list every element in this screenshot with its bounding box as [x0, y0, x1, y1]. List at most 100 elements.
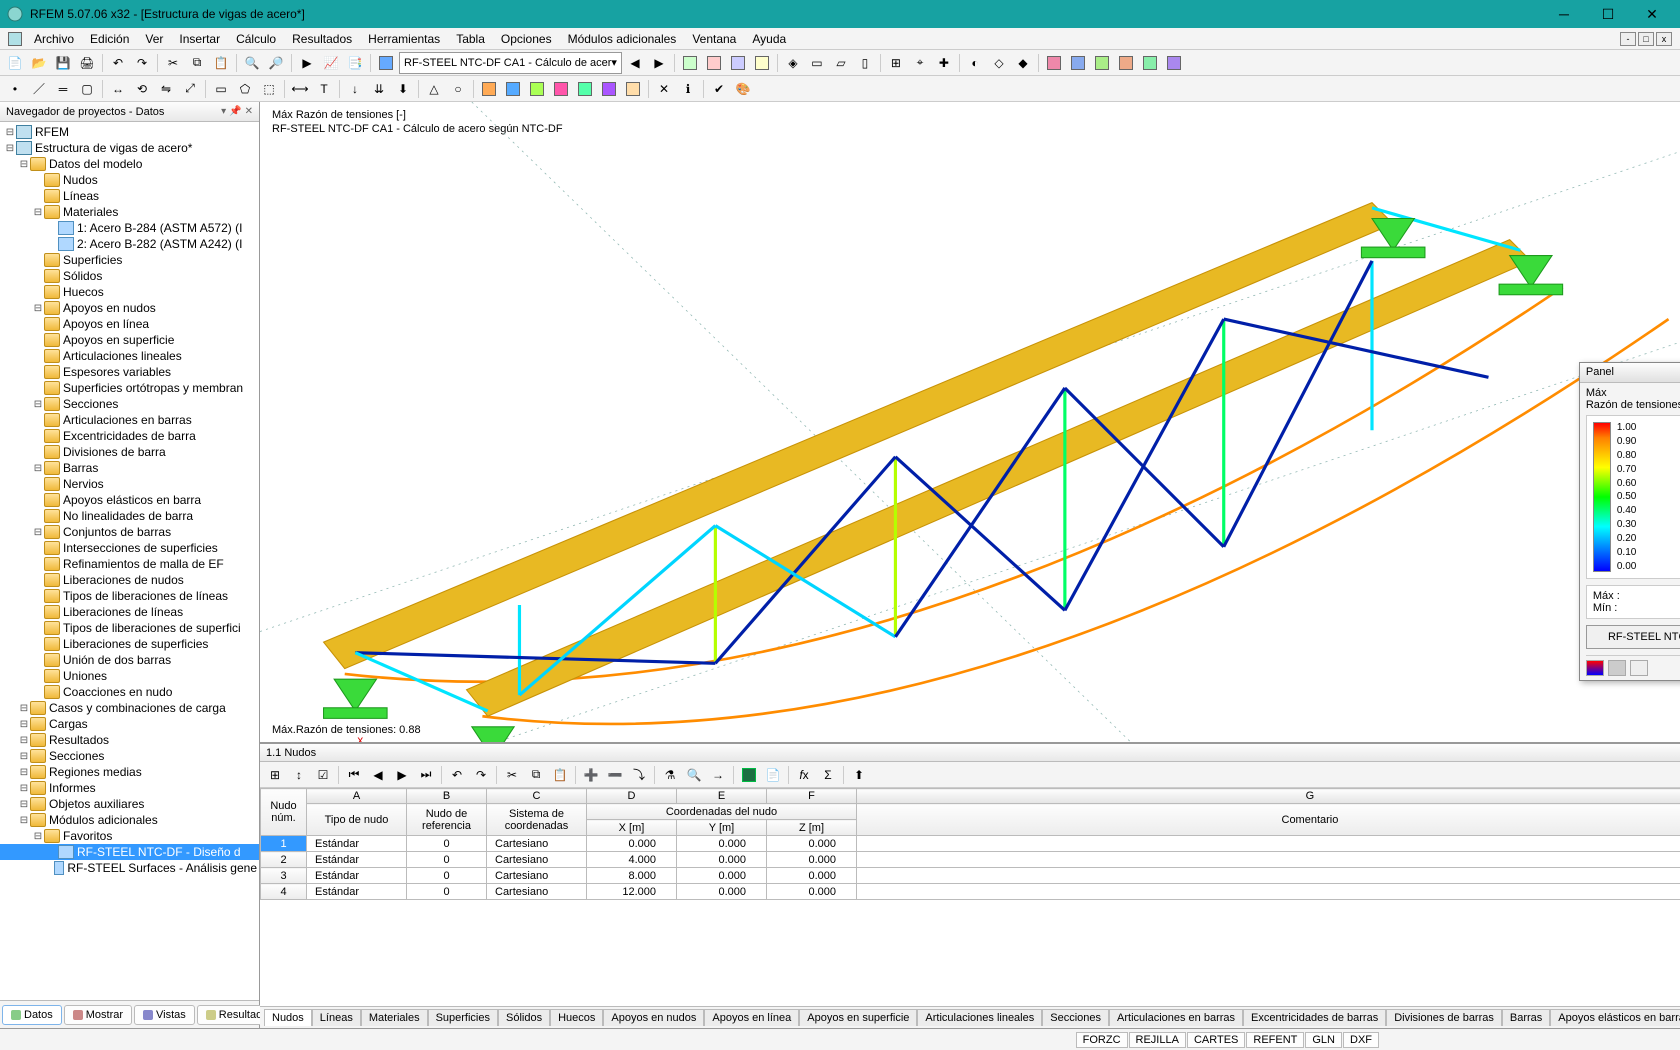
tb2-m7-icon[interactable] — [622, 78, 644, 100]
table-tab[interactable]: Articulaciones en barras — [1109, 1009, 1243, 1026]
tb-save-icon[interactable]: 💾 — [52, 52, 74, 74]
tb-find-icon[interactable]: 🔍 — [241, 52, 263, 74]
tb2-scale-icon[interactable]: ⤢ — [179, 78, 201, 100]
panel-tab2-icon[interactable] — [1608, 660, 1626, 676]
table-tab[interactable]: Secciones — [1042, 1009, 1109, 1026]
tb2-m4-icon[interactable] — [550, 78, 572, 100]
tb-misc3-icon[interactable] — [1091, 52, 1113, 74]
tree-item[interactable]: Uniones — [0, 668, 259, 684]
tree-item[interactable]: Nervios — [0, 476, 259, 492]
tb-prev-icon[interactable]: ◀ — [624, 52, 646, 74]
tree-item[interactable]: Apoyos elásticos en barra — [0, 492, 259, 508]
tree-item[interactable]: Apoyos en superficie — [0, 332, 259, 348]
tb2-text-icon[interactable]: T — [313, 78, 335, 100]
tt-export-icon[interactable]: ⬆ — [848, 764, 870, 786]
tree-item[interactable]: Líneas — [0, 188, 259, 204]
tree-item[interactable]: ⊟Resultados — [0, 732, 259, 748]
panel-tab1-icon[interactable] — [1586, 660, 1604, 676]
status-dxf[interactable]: DXF — [1343, 1032, 1379, 1048]
tb2-load3-icon[interactable]: ⬇ — [392, 78, 414, 100]
tree-item[interactable]: ⊟Cargas — [0, 716, 259, 732]
tree-item[interactable]: Superficies — [0, 252, 259, 268]
tb-new-icon[interactable]: 📄 — [4, 52, 26, 74]
tt-sort-icon[interactable]: ↕ — [288, 764, 310, 786]
navigator-dropdown-icon[interactable]: ▾ — [221, 106, 226, 117]
tree-item[interactable]: Liberaciones de líneas — [0, 604, 259, 620]
menu-resultados[interactable]: Resultados — [284, 30, 360, 48]
table-tab[interactable]: Barras — [1502, 1009, 1550, 1026]
menu-ayuda[interactable]: Ayuda — [744, 30, 794, 48]
tb-iso-icon[interactable]: ◈ — [782, 52, 804, 74]
tree-item[interactable]: ⊟Conjuntos de barras — [0, 524, 259, 540]
tb2-check-icon[interactable]: ✔ — [708, 78, 730, 100]
table-tab[interactable]: Líneas — [312, 1009, 361, 1026]
table-tab[interactable]: Materiales — [361, 1009, 428, 1026]
navigator-pin-icon[interactable]: 📌 — [229, 106, 241, 117]
tree-item[interactable]: Tipos de liberaciones de líneas — [0, 588, 259, 604]
tree-item[interactable]: Articulaciones en barras — [0, 412, 259, 428]
status-refent[interactable]: REFENT — [1246, 1032, 1304, 1048]
tree-item[interactable]: Articulaciones lineales — [0, 348, 259, 364]
tb2-m5-icon[interactable] — [574, 78, 596, 100]
tb-misc1-icon[interactable] — [1043, 52, 1065, 74]
tb-top-icon[interactable]: ▱ — [830, 52, 852, 74]
panel-tab3-icon[interactable] — [1630, 660, 1648, 676]
tt-cut-icon[interactable]: ✂ — [501, 764, 523, 786]
table-tab[interactable]: Sólidos — [498, 1009, 550, 1026]
tb-open-icon[interactable]: 📂 — [28, 52, 50, 74]
tree-item[interactable]: Superficies ortótropas y membran — [0, 380, 259, 396]
tb2-m3-icon[interactable] — [526, 78, 548, 100]
table-tab[interactable]: Apoyos en nudos — [603, 1009, 704, 1026]
tt-prev-icon[interactable]: ◀ — [367, 764, 389, 786]
model-viewport[interactable]: Máx Razón de tensiones [-] RF-STEEL NTC-… — [260, 102, 1680, 743]
tb-axis-icon[interactable]: ✚ — [933, 52, 955, 74]
mdi-restore-button[interactable]: □ — [1638, 32, 1654, 46]
tb-view2-icon[interactable] — [703, 52, 725, 74]
tb-cut-icon[interactable]: ✂ — [162, 52, 184, 74]
window-maximize-button[interactable]: ☐ — [1586, 0, 1630, 28]
tb-snap-icon[interactable]: ⌖ — [909, 52, 931, 74]
tree-item[interactable]: ⊟Casos y combinaciones de carga — [0, 700, 259, 716]
tb2-load1-icon[interactable]: ↓ — [344, 78, 366, 100]
tree-item[interactable]: 1: Acero B-284 (ASTM A572) (I — [0, 220, 259, 236]
tree-item[interactable]: ⊟Favoritos — [0, 828, 259, 844]
tb2-mirror-icon[interactable]: ⇋ — [155, 78, 177, 100]
tb2-line-icon[interactable]: ／ — [28, 78, 50, 100]
tree-item[interactable]: Liberaciones de superficies — [0, 636, 259, 652]
tree-item[interactable]: ⊟Informes — [0, 780, 259, 796]
table-tab[interactable]: Apoyos en superficie — [799, 1009, 917, 1026]
nav-tab-mostrar[interactable]: Mostrar — [64, 1005, 132, 1025]
tt-last-icon[interactable]: ⏭ — [415, 764, 437, 786]
tt-view-icon[interactable]: ⊞ — [264, 764, 286, 786]
mdi-close-button[interactable]: x — [1656, 32, 1672, 46]
tt-delrow-icon[interactable]: ➖ — [604, 764, 626, 786]
tb-undo-icon[interactable]: ↶ — [107, 52, 129, 74]
tt-sum-icon[interactable]: Σ — [817, 764, 839, 786]
window-close-button[interactable]: ✕ — [1630, 0, 1674, 28]
tb2-select-icon[interactable]: ▭ — [210, 78, 232, 100]
tb-report-icon[interactable]: 📑 — [344, 52, 366, 74]
status-gln[interactable]: GLN — [1305, 1032, 1342, 1048]
tb-shade-icon[interactable]: ◆ — [1012, 52, 1034, 74]
status-cartes[interactable]: CARTES — [1187, 1032, 1245, 1048]
status-forzc[interactable]: FORZC — [1076, 1032, 1128, 1048]
tt-excel-icon[interactable] — [738, 764, 760, 786]
tb-view4-icon[interactable] — [751, 52, 773, 74]
tb-wire-icon[interactable]: ◇ — [988, 52, 1010, 74]
tb2-del-icon[interactable]: ✕ — [653, 78, 675, 100]
tt-select-icon[interactable]: ☑ — [312, 764, 334, 786]
tree-item[interactable]: Coacciones en nudo — [0, 684, 259, 700]
menu-opciones[interactable]: Opciones — [493, 30, 560, 48]
tree-item[interactable]: Refinamientos de malla de EF — [0, 556, 259, 572]
tt-goto-icon[interactable]: → — [707, 764, 729, 786]
tree-item[interactable]: Unión de dos barras — [0, 652, 259, 668]
tb2-load2-icon[interactable]: ⇊ — [368, 78, 390, 100]
menu-tabla[interactable]: Tabla — [448, 30, 493, 48]
tb-redo-icon[interactable]: ↷ — [131, 52, 153, 74]
panel-module-button[interactable]: RF-STEEL NTC-DF — [1586, 625, 1680, 649]
tb2-node-icon[interactable]: • — [4, 78, 26, 100]
menu-insertar[interactable]: Insertar — [171, 30, 228, 48]
tb2-support-icon[interactable]: △ — [423, 78, 445, 100]
tb-misc5-icon[interactable] — [1139, 52, 1161, 74]
tb2-member-icon[interactable]: ═ — [52, 78, 74, 100]
